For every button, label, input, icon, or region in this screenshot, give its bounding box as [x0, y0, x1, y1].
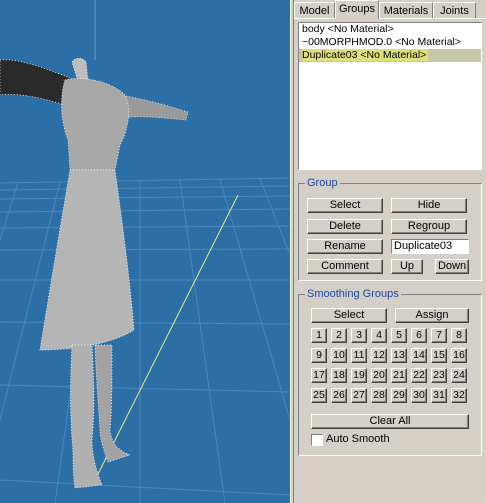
viewport-scene: [0, 0, 290, 503]
list-item[interactable]: body <No Material>: [299, 23, 481, 36]
smoothing-group-31-button[interactable]: 31: [431, 388, 447, 403]
group-select-button[interactable]: Select: [307, 198, 383, 213]
tab-model[interactable]: Model: [294, 2, 335, 18]
smoothing-group-14-button[interactable]: 14: [411, 348, 427, 363]
smoothing-select-button[interactable]: Select: [311, 308, 387, 323]
list-item-selected[interactable]: Duplicate03 <No Material>: [299, 49, 481, 62]
smoothing-group-30-button[interactable]: 30: [411, 388, 427, 403]
list-item[interactable]: ~00MORPHMOD.0 <No Material>: [299, 36, 481, 49]
tab-groups[interactable]: Groups: [335, 0, 379, 19]
smoothing-group-7-button[interactable]: 7: [431, 328, 447, 343]
smoothing-groups-title: Smoothing Groups: [305, 288, 401, 301]
smoothing-group-23-button[interactable]: 23: [431, 368, 447, 383]
smoothing-group-29-button[interactable]: 29: [391, 388, 407, 403]
smoothing-groups-box: Smoothing Groups Select Assign 123456789…: [298, 288, 482, 456]
smoothing-group-9-button[interactable]: 9: [311, 348, 327, 363]
smoothing-group-25-button[interactable]: 25: [311, 388, 327, 403]
smoothing-group-27-button[interactable]: 27: [351, 388, 367, 403]
smoothing-group-20-button[interactable]: 20: [371, 368, 387, 383]
list-item-label: ~00MORPHMOD.0 <No Material>: [302, 36, 462, 48]
auto-smooth-label: Auto Smooth: [326, 433, 390, 445]
smoothing-group-8-button[interactable]: 8: [451, 328, 467, 343]
delete-button[interactable]: Delete: [307, 219, 383, 234]
tab-underline: [294, 18, 486, 19]
side-panel: Model Groups Materials Joints body <No M…: [294, 0, 486, 503]
auto-smooth-checkbox[interactable]: [311, 434, 323, 446]
smoothing-group-3-button[interactable]: 3: [351, 328, 367, 343]
tab-joints[interactable]: Joints: [433, 2, 476, 18]
tab-materials[interactable]: Materials: [379, 2, 433, 18]
regroup-button[interactable]: Regroup: [391, 219, 467, 234]
smoothing-group-17-button[interactable]: 17: [311, 368, 327, 383]
smoothing-group-5-button[interactable]: 5: [391, 328, 407, 343]
group-box-title: Group: [305, 177, 340, 190]
group-box: Group Select Hide Delete Regroup Rename …: [298, 177, 482, 281]
hide-button[interactable]: Hide: [391, 198, 467, 213]
smoothing-group-12-button[interactable]: 12: [371, 348, 387, 363]
list-item-label: Duplicate03 <No Material>: [302, 49, 429, 61]
smoothing-group-28-button[interactable]: 28: [371, 388, 387, 403]
smoothing-group-13-button[interactable]: 13: [391, 348, 407, 363]
assign-button[interactable]: Assign: [395, 308, 469, 323]
smoothing-group-11-button[interactable]: 11: [351, 348, 367, 363]
list-item-label: body <No Material>: [302, 23, 394, 35]
rename-button[interactable]: Rename: [307, 239, 383, 254]
smoothing-group-24-button[interactable]: 24: [451, 368, 467, 383]
tab-bar: Model Groups Materials Joints: [294, 0, 486, 19]
up-button[interactable]: Up: [391, 259, 423, 274]
smoothing-group-21-button[interactable]: 21: [391, 368, 407, 383]
smoothing-group-1-button[interactable]: 1: [311, 328, 327, 343]
group-name-field[interactable]: Duplicate03: [391, 239, 469, 254]
smoothing-group-2-button[interactable]: 2: [331, 328, 347, 343]
3d-viewport[interactable]: [0, 0, 290, 503]
smoothing-group-32-button[interactable]: 32: [451, 388, 467, 403]
smoothing-group-15-button[interactable]: 15: [431, 348, 447, 363]
groups-list[interactable]: body <No Material> ~00MORPHMOD.0 <No Mat…: [298, 22, 482, 170]
smoothing-group-19-button[interactable]: 19: [351, 368, 367, 383]
smoothing-group-16-button[interactable]: 16: [451, 348, 467, 363]
smoothing-group-18-button[interactable]: 18: [331, 368, 347, 383]
smoothing-group-26-button[interactable]: 26: [331, 388, 347, 403]
smoothing-group-4-button[interactable]: 4: [371, 328, 387, 343]
down-button[interactable]: Down: [435, 259, 469, 274]
smoothing-group-22-button[interactable]: 22: [411, 368, 427, 383]
smoothing-group-6-button[interactable]: 6: [411, 328, 427, 343]
clear-all-button[interactable]: Clear All: [311, 414, 469, 429]
comment-button[interactable]: Comment: [307, 259, 383, 274]
3d-model-figure: [0, 57, 189, 489]
smoothing-group-10-button[interactable]: 10: [331, 348, 347, 363]
